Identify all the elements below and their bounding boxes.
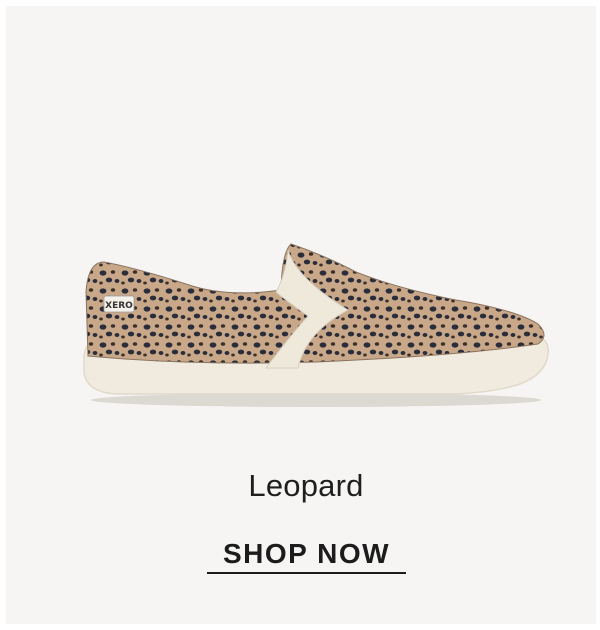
product-shoe-image[interactable]: XERO xyxy=(76,232,556,412)
shop-now-link[interactable]: SHOP NOW xyxy=(207,538,406,574)
product-card[interactable]: XERO Leopard SHOP NOW xyxy=(6,6,596,624)
svg-text:XERO: XERO xyxy=(105,301,133,311)
product-name[interactable]: Leopard xyxy=(6,468,600,504)
